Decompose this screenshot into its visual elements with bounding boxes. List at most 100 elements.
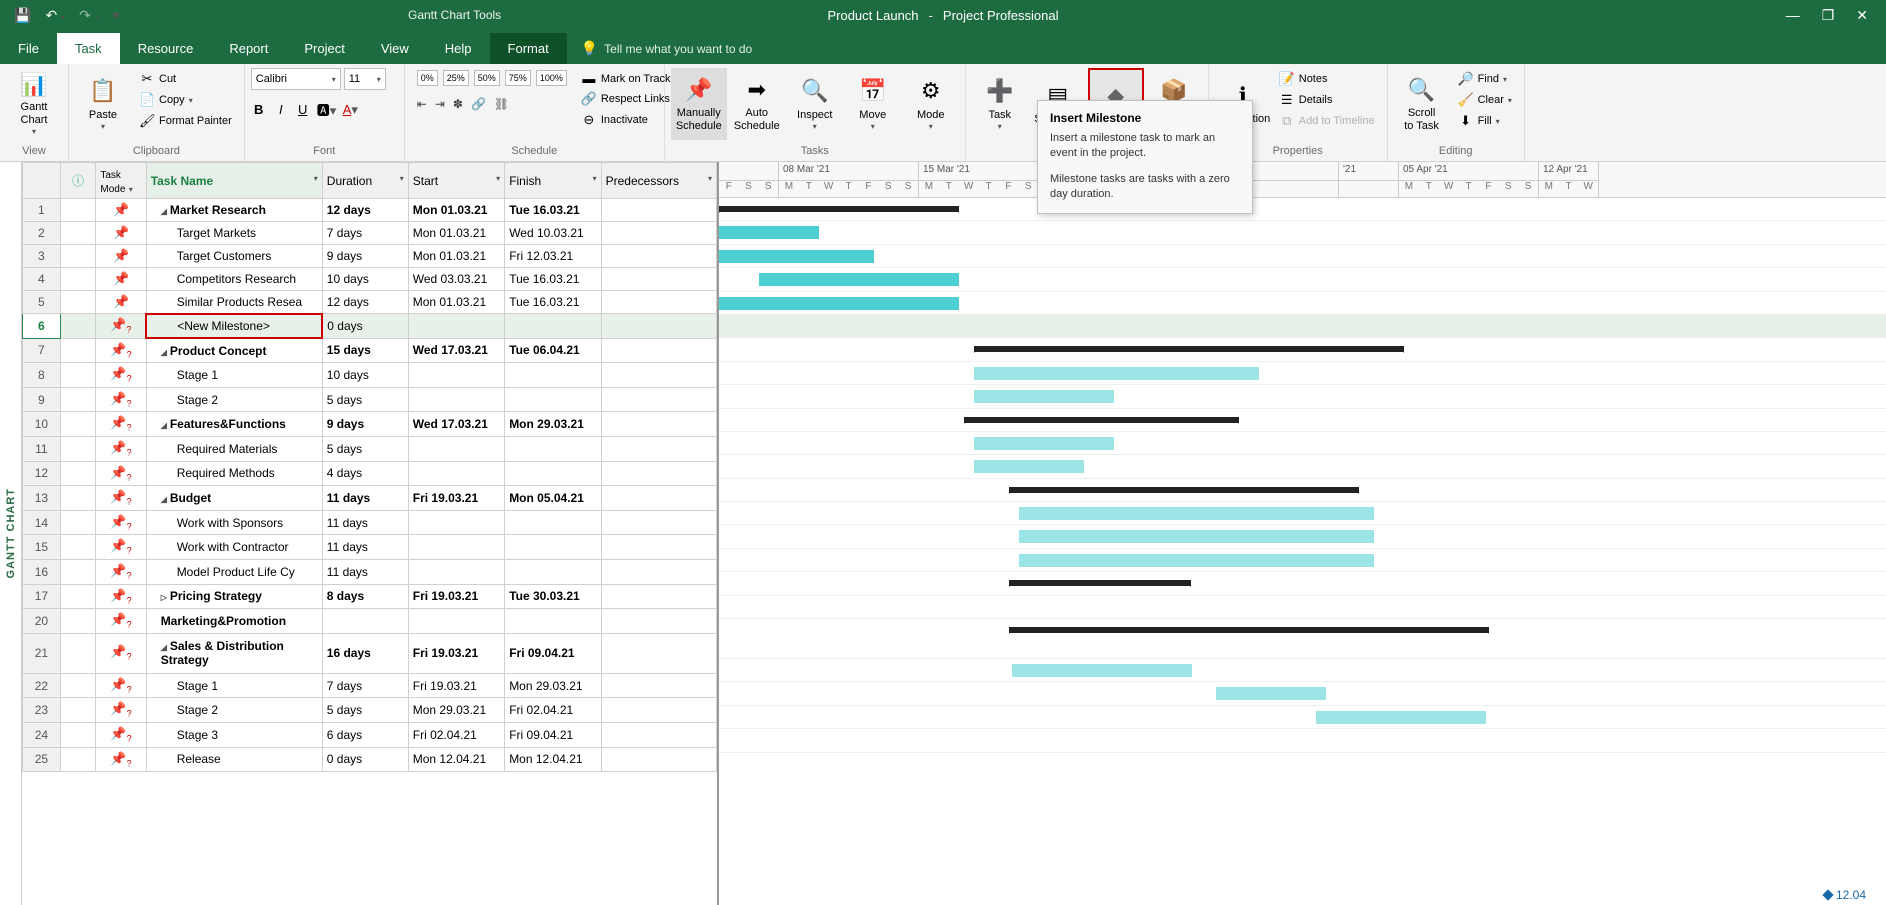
cell-info[interactable] (60, 436, 96, 461)
table-row[interactable]: 13📌?Budget11 daysFri 19.03.21Mon 05.04.2… (23, 486, 717, 511)
split-task-icon[interactable]: ✽ (453, 97, 463, 111)
row-number[interactable]: 12 (23, 461, 61, 486)
cell-start[interactable] (408, 461, 504, 486)
gantt-row[interactable] (719, 221, 1886, 244)
row-number[interactable]: 3 (23, 245, 61, 268)
cell-mode[interactable]: 📌? (96, 387, 146, 412)
cell-dur[interactable]: 7 days (322, 673, 408, 698)
gantt-row[interactable] (719, 572, 1886, 595)
tab-file[interactable]: File (0, 33, 57, 64)
summary-bar[interactable] (964, 417, 1239, 423)
cell-dur[interactable]: 11 days (322, 535, 408, 560)
cell-dur[interactable]: 9 days (322, 412, 408, 437)
row-number[interactable]: 9 (23, 387, 61, 412)
cell-predecessors[interactable] (601, 245, 716, 268)
cell-mode[interactable]: 📌? (96, 609, 146, 634)
cell-task-name[interactable]: Budget (146, 486, 322, 511)
row-number[interactable]: 8 (23, 363, 61, 388)
row-number[interactable]: 22 (23, 673, 61, 698)
table-row[interactable]: 12📌?Required Methods4 days (23, 461, 717, 486)
cell-task-name[interactable]: Target Markets (146, 222, 322, 245)
cell-start[interactable]: Wed 03.03.21 (408, 268, 504, 291)
cell-dur[interactable]: 10 days (322, 363, 408, 388)
row-number[interactable]: 23 (23, 698, 61, 723)
task-bar[interactable] (1019, 507, 1374, 520)
table-row[interactable]: 3📌Target Customers9 daysMon 01.03.21Fri … (23, 245, 717, 268)
gantt-row[interactable] (719, 409, 1886, 432)
cell-finish[interactable]: Fri 09.04.21 (505, 633, 601, 673)
paste-button[interactable]: 📋 Paste ▾ (75, 68, 131, 140)
cell-task-name[interactable]: Work with Contractor (146, 535, 322, 560)
cell-info[interactable] (60, 291, 96, 314)
cell-task-name[interactable]: Stage 1 (146, 363, 322, 388)
table-row[interactable]: 17📌?Pricing Strategy8 daysFri 19.03.21Tu… (23, 584, 717, 609)
pct-25-button[interactable]: 25% (443, 70, 469, 86)
cell-mode[interactable]: 📌? (96, 461, 146, 486)
fill-button[interactable]: ⬇Fill ▾ (1454, 112, 1516, 130)
gantt-chart[interactable]: FSS08 Mar '21MTWTFSS15 Mar '21MTWTFSS'21… (717, 162, 1886, 905)
cell-task-name[interactable]: Pricing Strategy (146, 584, 322, 609)
cell-info[interactable] (60, 387, 96, 412)
cell-predecessors[interactable] (601, 510, 716, 535)
col-rownum[interactable] (23, 163, 61, 199)
redo-icon[interactable]: ↷ ▾ (79, 7, 99, 24)
cell-mode[interactable]: 📌 (96, 291, 146, 314)
col-duration[interactable]: Duration ▾ (322, 163, 408, 199)
cell-predecessors[interactable] (601, 291, 716, 314)
cell-dur[interactable]: 5 days (322, 698, 408, 723)
table-row[interactable]: 15📌?Work with Contractor11 days (23, 535, 717, 560)
cell-finish[interactable] (505, 363, 601, 388)
table-row[interactable]: 21📌?Sales & Distribution Strategy16 days… (23, 633, 717, 673)
cell-task-name[interactable]: Work with Sponsors (146, 510, 322, 535)
cell-predecessors[interactable] (601, 387, 716, 412)
cell-info[interactable] (60, 314, 96, 339)
cell-info[interactable] (60, 222, 96, 245)
gantt-row[interactable] (719, 432, 1886, 455)
mode-button[interactable]: ⚙Mode▾ (903, 68, 959, 140)
cell-dur[interactable]: 15 days (322, 338, 408, 363)
qat-customize-icon[interactable]: ▾ (113, 7, 120, 24)
cell-dur[interactable] (322, 609, 408, 634)
unlink-tasks-icon[interactable]: ⛓ (494, 97, 509, 111)
cell-info[interactable] (60, 633, 96, 673)
details-button[interactable]: ☰Details (1275, 91, 1379, 109)
row-number[interactable]: 5 (23, 291, 61, 314)
cell-start[interactable]: Mon 01.03.21 (408, 245, 504, 268)
tab-view[interactable]: View (363, 33, 427, 64)
bold-button[interactable]: B (251, 102, 267, 117)
cell-dur[interactable]: 11 days (322, 510, 408, 535)
cell-mode[interactable]: 📌? (96, 747, 146, 772)
cell-start[interactable]: Mon 01.03.21 (408, 222, 504, 245)
gantt-row[interactable] (719, 292, 1886, 315)
cell-mode[interactable]: 📌 (96, 268, 146, 291)
task-bar[interactable] (974, 437, 1114, 450)
cell-start[interactable] (408, 436, 504, 461)
gantt-row[interactable] (719, 659, 1886, 682)
table-row[interactable]: 1📌Market Research12 daysMon 01.03.21Tue … (23, 199, 717, 222)
tell-me-search[interactable]: 💡 Tell me what you want to do (567, 33, 767, 64)
task-bar[interactable] (1019, 554, 1374, 567)
task-bar[interactable] (974, 460, 1084, 473)
cell-mode[interactable]: 📌? (96, 338, 146, 363)
cell-task-name[interactable]: Product Concept (146, 338, 322, 363)
manually-schedule-button[interactable]: 📌Manually Schedule (671, 68, 727, 140)
cell-finish[interactable] (505, 609, 601, 634)
task-bar[interactable] (974, 390, 1114, 403)
insert-task-button[interactable]: ➕Task▾ (972, 68, 1028, 140)
summary-bar[interactable] (1009, 487, 1359, 493)
table-row[interactable]: 5📌Similar Products Resea12 daysMon 01.03… (23, 291, 717, 314)
cell-predecessors[interactable] (601, 535, 716, 560)
pct-0-button[interactable]: 0% (417, 70, 438, 86)
table-row[interactable]: 14📌?Work with Sponsors11 days (23, 510, 717, 535)
cell-predecessors[interactable] (601, 363, 716, 388)
cell-task-name[interactable]: Marketing&Promotion (146, 609, 322, 634)
row-number[interactable]: 21 (23, 633, 61, 673)
cell-finish[interactable]: Tue 16.03.21 (505, 268, 601, 291)
cell-finish[interactable] (505, 461, 601, 486)
cell-task-name[interactable]: Similar Products Resea (146, 291, 322, 314)
cell-info[interactable] (60, 245, 96, 268)
cell-info[interactable] (60, 461, 96, 486)
table-row[interactable]: 4📌Competitors Research10 daysWed 03.03.2… (23, 268, 717, 291)
gantt-row[interactable] (719, 198, 1886, 221)
row-number[interactable]: 4 (23, 268, 61, 291)
